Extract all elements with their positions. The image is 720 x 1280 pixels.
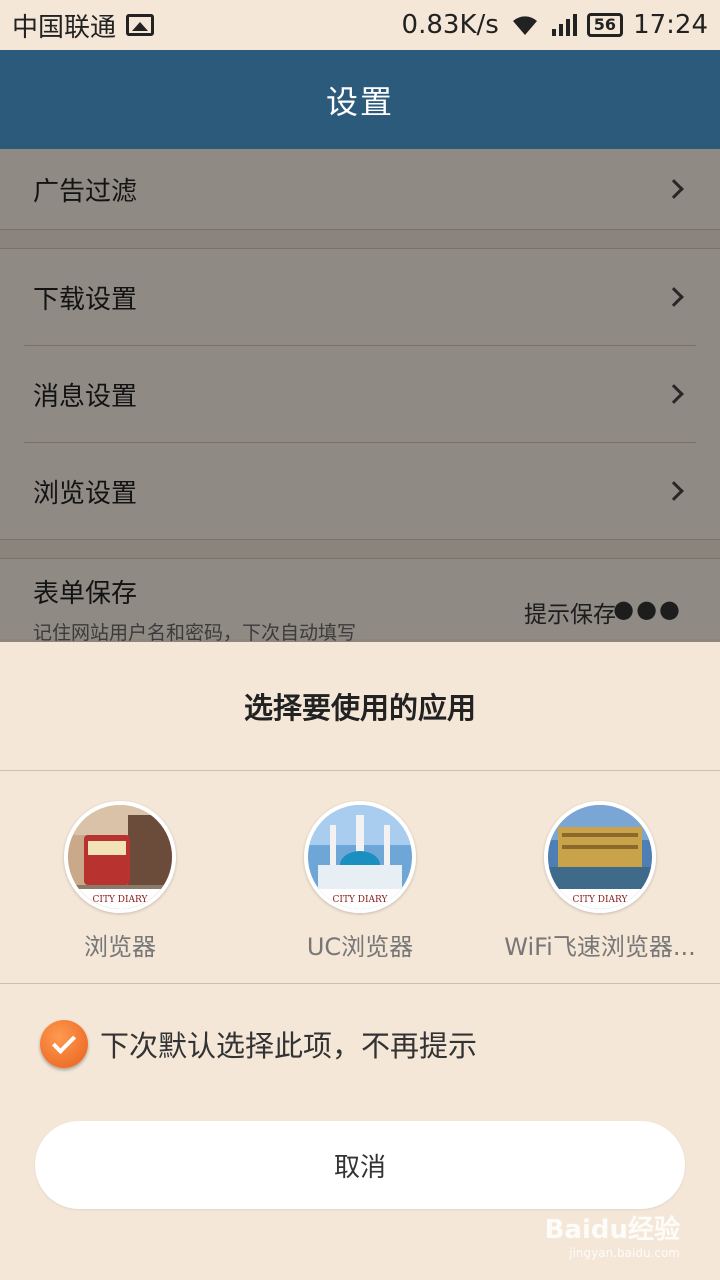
wifi-browser-app-icon: CITY DIARY xyxy=(544,801,656,913)
app-label: UC浏览器 xyxy=(306,933,414,961)
city-diary-badge: CITY DIARY xyxy=(573,895,629,905)
remember-label: 下次默认选择此项，不再提示 xyxy=(100,1029,478,1063)
checkmark-icon xyxy=(51,1029,77,1054)
chooser-title: 选择要使用的应用 xyxy=(243,691,476,725)
app-label: WiFi飞速浏览器... xyxy=(504,933,696,961)
image-notification-icon xyxy=(126,14,155,36)
page-title: 设置 xyxy=(325,82,394,121)
battery-icon: 56 xyxy=(586,13,624,37)
status-bar: 中国联通 0.83K/s 56 17:24 xyxy=(0,0,720,50)
uc-browser-app-icon: CITY DIARY xyxy=(304,801,416,913)
app-label: 浏览器 xyxy=(84,933,156,961)
watermark-url: jingyan.baidu.com xyxy=(569,1246,680,1260)
clock: 17:24 xyxy=(633,10,708,40)
signal-icon xyxy=(551,14,577,36)
remember-checkbox[interactable] xyxy=(40,1020,88,1068)
browser-app-icon: CITY DIARY xyxy=(64,801,176,913)
app-option-uc-browser[interactable]: CITY DIARY UC浏览器 xyxy=(240,771,480,983)
remember-choice-row[interactable]: 下次默认选择此项，不再提示 xyxy=(0,984,720,1104)
cancel-button[interactable]: 取消 xyxy=(35,1121,685,1209)
header: 设置 xyxy=(0,50,720,149)
network-speed: 0.83K/s xyxy=(401,10,499,40)
watermark-logo: Baidu经验 jingyan.baidu.com xyxy=(545,1209,680,1260)
wifi-icon xyxy=(512,16,537,35)
dim-overlay[interactable] xyxy=(0,149,720,642)
app-option-wifi-browser[interactable]: CITY DIARY WiFi飞速浏览器... xyxy=(480,771,720,983)
app-chooser-sheet: 选择要使用的应用 CITY DIARY 浏览器 CITY DIARY UC浏览器… xyxy=(0,642,720,1280)
city-diary-badge: CITY DIARY xyxy=(333,895,389,905)
city-diary-badge: CITY DIARY xyxy=(93,895,149,905)
app-list: CITY DIARY 浏览器 CITY DIARY UC浏览器 CITY DIA… xyxy=(0,771,720,983)
watermark-brand: Baidu经验 xyxy=(544,1215,680,1245)
app-option-browser[interactable]: CITY DIARY 浏览器 xyxy=(0,771,240,983)
carrier-label: 中国联通 xyxy=(12,12,117,43)
